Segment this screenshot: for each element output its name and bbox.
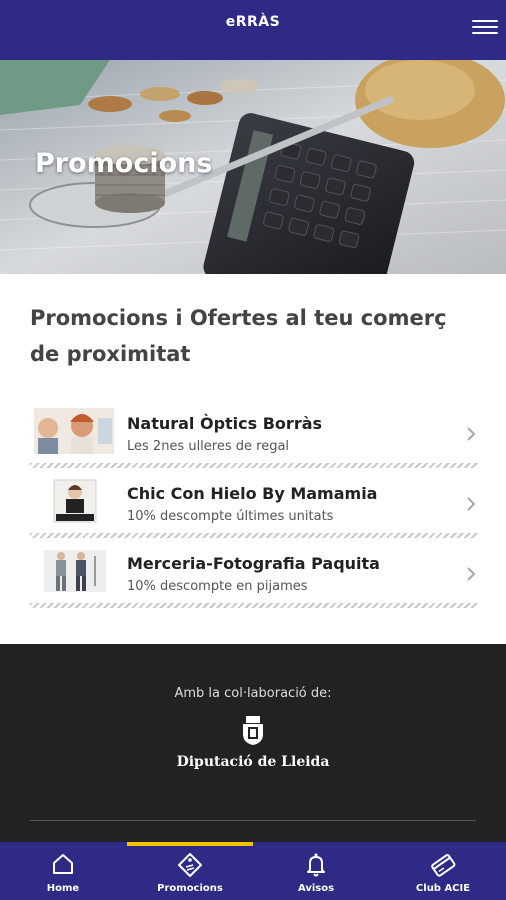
promotion-item[interactable]: Chic Con Hielo By Mamamia 10% descompte …: [30, 474, 478, 544]
nav-home[interactable]: Home: [0, 842, 126, 900]
nav-club-acie[interactable]: Club ACIE: [380, 842, 506, 900]
promotion-item[interactable]: Merceria-Fotografia Paquita 10% descompt…: [30, 544, 478, 614]
top-app-bar: eRRÀS: [0, 0, 506, 60]
nav-club-acie-label: Club ACIE: [415, 883, 471, 894]
promotion-name: Merceria-Fotografia Paquita: [127, 554, 380, 573]
promotion-description: 10% descompte últimes unitats: [127, 509, 334, 524]
list-divider: [30, 463, 478, 468]
chevron-right-icon: [467, 427, 476, 441]
bottom-navigation: Home Promocions Avisos Club ACIE: [0, 842, 506, 900]
section-heading: Promocions i Ofertes al teu comerç de pr…: [30, 306, 447, 366]
collaboration-label: Amb la col·laboració de:: [174, 686, 332, 701]
organization-name: Diputació de Lleida: [176, 754, 330, 770]
promotions-list: Natural Òptics Borràs Les 2nes ulleres d…: [30, 404, 478, 614]
list-divider: [30, 603, 478, 608]
tag-icon: [178, 853, 202, 877]
promotion-item[interactable]: Natural Òptics Borràs Les 2nes ulleres d…: [30, 404, 478, 474]
nav-avisos-label: Avisos: [297, 883, 335, 894]
promotion-name: Chic Con Hielo By Mamamia: [127, 484, 378, 503]
chevron-right-icon: [467, 567, 476, 581]
hamburger-menu-icon[interactable]: [472, 16, 498, 38]
promotion-description: Les 2nes ulleres de regal: [127, 439, 290, 454]
footer-divider: [30, 820, 476, 821]
home-icon: [53, 854, 73, 874]
promotion-description: 10% descompte en pijames: [127, 579, 308, 594]
list-divider: [30, 533, 478, 538]
chevron-right-icon: [467, 497, 476, 511]
hero-banner: Promocions: [0, 60, 506, 274]
nav-home-label: Home: [46, 883, 80, 894]
promotion-thumbnail: [34, 548, 114, 594]
hero-title: Promocions: [35, 148, 213, 179]
promotion-name: Natural Òptics Borràs: [127, 414, 323, 433]
promotion-thumbnail: [34, 408, 114, 454]
promotion-thumbnail: [34, 478, 114, 524]
sponsor-footer: Amb la col·laboració de: Diputació de Ll…: [0, 644, 506, 842]
diputacio-seal-icon: [243, 716, 263, 745]
card-icon: [431, 854, 456, 877]
nav-avisos[interactable]: Avisos: [253, 842, 379, 900]
nav-promocions[interactable]: Promocions: [127, 842, 253, 900]
bell-icon: [307, 853, 325, 877]
nav-promocions-label: Promocions: [157, 883, 223, 894]
app-title: eRRÀS: [225, 14, 281, 30]
